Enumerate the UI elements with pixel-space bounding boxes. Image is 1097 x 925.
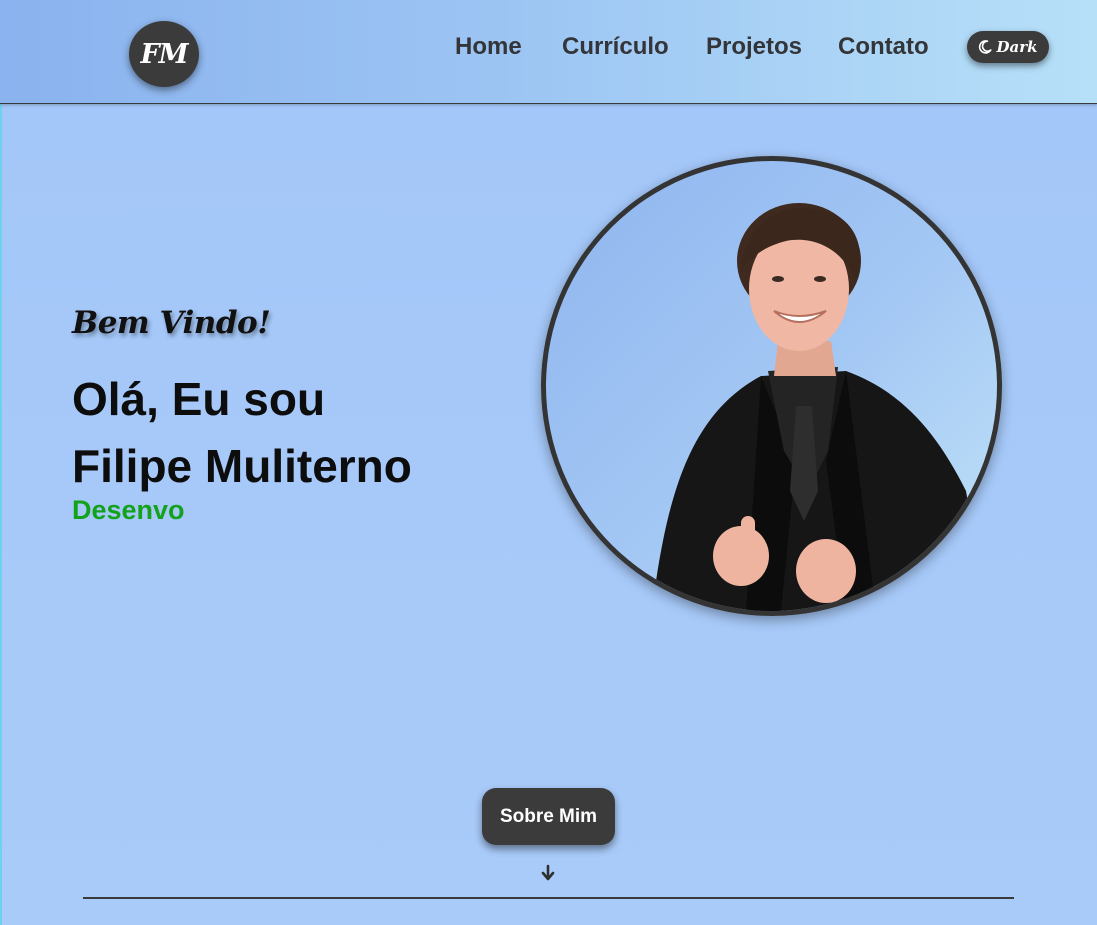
arrow-down-icon[interactable] [540, 864, 556, 882]
section-divider [83, 897, 1014, 899]
nav-link-contato[interactable]: Contato [838, 33, 929, 61]
nav-link-projetos[interactable]: Projetos [706, 33, 802, 61]
profile-photo [541, 156, 1002, 616]
nav-link-curriculo[interactable]: Currículo [562, 33, 669, 61]
welcome-heading-wrap: Bem Vindo! [72, 305, 271, 341]
logo[interactable]: FM [129, 21, 199, 87]
intro-heading: Olá, Eu sou Filipe Muliterno [72, 366, 412, 500]
nav-link-home[interactable]: Home [455, 33, 522, 61]
dark-mode-toggle[interactable]: Dark [967, 31, 1049, 63]
intro-line-2: Filipe Muliterno [72, 440, 412, 492]
top-navbar: FM Home Currículo Projetos Contato Dark [0, 0, 1097, 104]
moon-icon [978, 40, 993, 54]
role-typing-text: Desenvo [72, 495, 185, 525]
about-me-button[interactable]: Sobre Mim [482, 788, 615, 845]
welcome-heading: Bem Vindo! [72, 305, 271, 341]
intro-line-1: Olá, Eu sou [72, 373, 326, 425]
dark-mode-label: Dark [996, 38, 1038, 56]
